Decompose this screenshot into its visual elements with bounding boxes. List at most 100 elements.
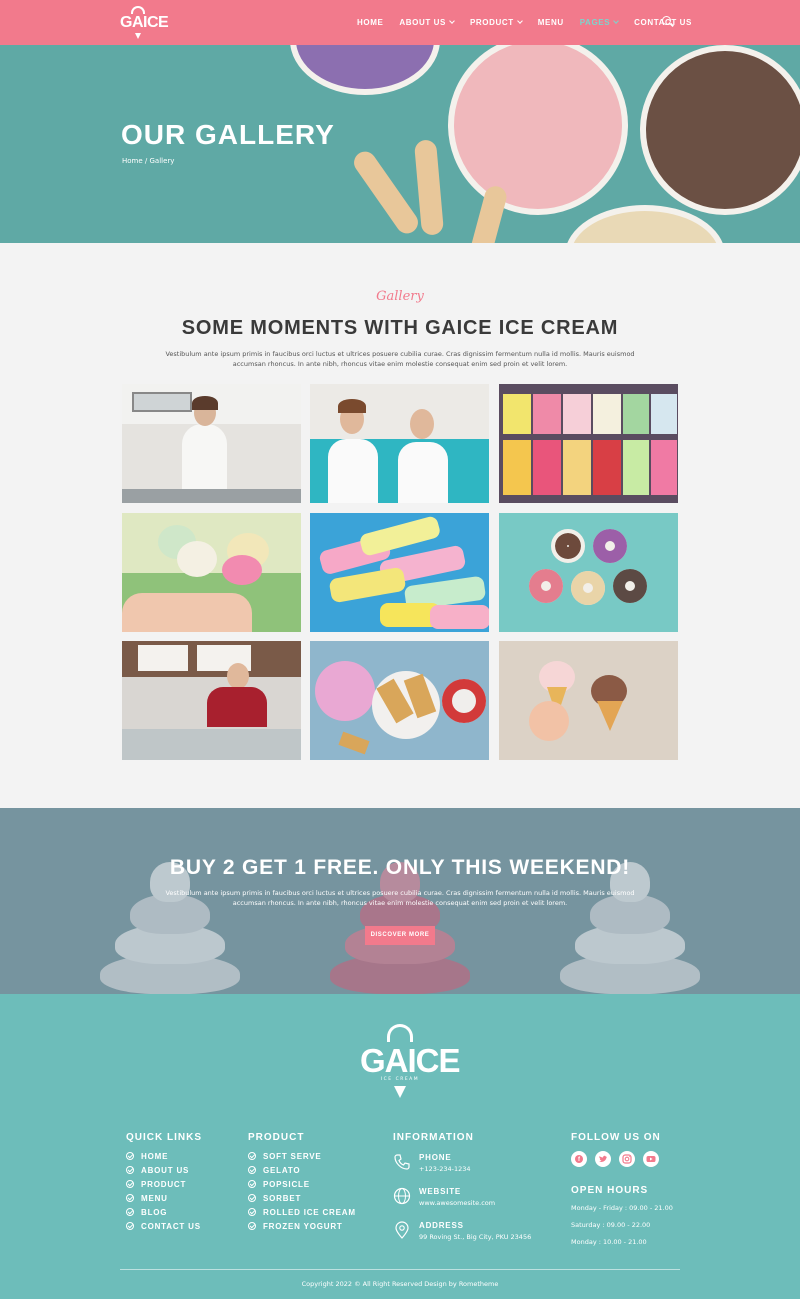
wooden-spoon-image [463, 183, 509, 243]
nav-item-label: HOME [357, 18, 384, 27]
check-circle-icon [248, 1180, 256, 1188]
chevron-down-icon [613, 18, 619, 24]
footer-link-home[interactable]: HOME [126, 1149, 201, 1163]
footer-link-about-us[interactable]: ABOUT US [126, 1163, 201, 1177]
logo[interactable]: GAICE [120, 6, 169, 40]
phone-icon [394, 1154, 410, 1170]
check-circle-icon [248, 1166, 256, 1174]
footer-link-gelato[interactable]: GELATO [248, 1163, 356, 1177]
check-circle-icon [126, 1194, 134, 1202]
breadcrumb[interactable]: Home / Gallery [122, 157, 174, 165]
nav-item-label: PRODUCT [469, 18, 514, 27]
information-title: INFORMATION [393, 1132, 474, 1143]
footer: GAICE ICE CREAM QUICK LINKS HOME ABOUT U… [0, 994, 800, 1299]
check-circle-icon [126, 1222, 134, 1230]
phone-value[interactable]: +123-234-1234 [419, 1165, 471, 1173]
discover-more-button[interactable]: DISCOVER MORE [365, 926, 435, 945]
ice-cream-bowl-image [448, 45, 628, 215]
footer-link-blog[interactable]: BLOG [126, 1205, 201, 1219]
product-title: PRODUCT [248, 1132, 305, 1143]
open-hours-title: OPEN HOURS [571, 1185, 649, 1196]
gallery-image-couple[interactable] [310, 384, 489, 503]
check-circle-icon [126, 1208, 134, 1216]
instagram-icon[interactable] [619, 1151, 635, 1167]
footer-link-label: FROZEN YOGURT [263, 1221, 343, 1231]
promo-title: BUY 2 GET 1 FREE. ONLY THIS WEEKEND! [169, 856, 631, 879]
check-circle-icon [126, 1152, 134, 1160]
gallery-image-gelato-display[interactable] [499, 384, 678, 503]
facebook-icon[interactable]: f [571, 1151, 587, 1167]
footer-link-label: ROLLED ICE CREAM [263, 1207, 356, 1217]
main-menu: HOME ABOUT US PRODUCT MENU PAGES CONTACT… [357, 0, 708, 45]
promo-description: Vestibulum ante ipsum primis in faucibus… [165, 889, 635, 907]
footer-link-label: MENU [141, 1193, 168, 1203]
logo-text: GAICE [120, 14, 169, 31]
product-list: SOFT SERVE GELATO POPSICLE SORBET ROLLED… [248, 1149, 356, 1233]
section-script-label: Gallery [376, 289, 424, 304]
nav-item-label: PAGES [579, 18, 611, 27]
logo-cone-icon [135, 33, 141, 39]
footer-link-popsicle[interactable]: POPSICLE [248, 1177, 356, 1191]
gallery-grid [122, 384, 678, 760]
gallery-image-woman-ice-cream[interactable] [122, 384, 301, 503]
footer-link-soft-serve[interactable]: SOFT SERVE [248, 1149, 356, 1163]
check-circle-icon [248, 1222, 256, 1230]
footer-link-label: GELATO [263, 1165, 301, 1175]
check-circle-icon [248, 1152, 256, 1160]
nav-item-label: MENU [537, 18, 564, 27]
nav-item-product[interactable]: PRODUCT [469, 18, 523, 27]
gallery-image-strawberries-cones[interactable] [310, 641, 489, 760]
nav-item-home[interactable]: HOME [357, 18, 383, 27]
nav-item-label: ABOUT US [399, 18, 446, 27]
footer-link-sorbet[interactable]: SORBET [248, 1191, 356, 1205]
footer-link-product[interactable]: PRODUCT [126, 1177, 201, 1191]
gallery-image-vendor[interactable] [122, 641, 301, 760]
footer-link-label: SORBET [263, 1193, 302, 1203]
follow-title: FOLLOW US ON [571, 1132, 661, 1143]
hours-line: Monday : 10.00 - 21.00 [571, 1238, 647, 1246]
footer-link-label: POPSICLE [263, 1179, 310, 1189]
check-circle-icon [248, 1194, 256, 1202]
footer-link-label: BLOG [141, 1207, 168, 1217]
address-value: 99 Roving St., Big City, PKU 23456 [419, 1233, 532, 1241]
quick-links-title: QUICK LINKS [126, 1132, 202, 1143]
page-hero: OUR GALLERY Home / Gallery [0, 45, 800, 243]
wooden-spoon-image [413, 139, 445, 236]
page-title: OUR GALLERY [121, 119, 335, 150]
quick-links-list: HOME ABOUT US PRODUCT MENU BLOG CONTACT … [126, 1149, 201, 1233]
nav-item-about-us[interactable]: ABOUT US [399, 18, 455, 27]
gallery-image-popsicles[interactable] [310, 513, 489, 632]
gallery-image-cones-close[interactable] [499, 641, 678, 760]
chevron-down-icon [449, 18, 455, 24]
footer-logo[interactable]: GAICE ICE CREAM [360, 1022, 461, 1102]
footer-link-menu[interactable]: MENU [126, 1191, 201, 1205]
logo-cone-icon [394, 1086, 406, 1098]
section-title: SOME MOMENTS WITH GAICE ICE CREAM [181, 317, 619, 339]
website-value[interactable]: www.awesomesite.com [419, 1199, 495, 1207]
footer-logo-text: GAICE [360, 1042, 461, 1079]
footer-link-rolled-ice-cream[interactable]: ROLLED ICE CREAM [248, 1205, 356, 1219]
youtube-icon[interactable] [643, 1151, 659, 1167]
footer-link-label: CONTACT US [141, 1221, 201, 1231]
footer-link-contact-us[interactable]: CONTACT US [126, 1219, 201, 1233]
nav-item-menu[interactable]: MENU [538, 18, 564, 27]
wooden-spoon-image [349, 147, 423, 238]
gallery-image-rolled-cups[interactable] [499, 513, 678, 632]
footer-link-frozen-yogurt[interactable]: FROZEN YOGURT [248, 1219, 356, 1233]
hours-line: Saturday : 09.00 - 22.00 [571, 1221, 651, 1229]
logo-scoop-icon [387, 1024, 413, 1042]
check-circle-icon [126, 1166, 134, 1174]
footer-link-label: ABOUT US [141, 1165, 190, 1175]
twitter-icon[interactable] [595, 1151, 611, 1167]
gallery-image-cones-hands[interactable] [122, 513, 301, 632]
footer-link-label: HOME [141, 1151, 169, 1161]
globe-icon [393, 1187, 411, 1205]
address-label: ADDRESS [419, 1221, 464, 1230]
nav-item-pages[interactable]: PAGES [579, 18, 619, 27]
logo-scoop-icon [131, 6, 145, 14]
copyright-text: Copyright 2022 © All Right Reserved Desi… [301, 1280, 499, 1288]
footer-link-label: SOFT SERVE [263, 1151, 322, 1161]
search-icon[interactable] [662, 16, 671, 25]
check-circle-icon [248, 1208, 256, 1216]
footer-logo-sub: ICE CREAM [380, 1077, 420, 1082]
